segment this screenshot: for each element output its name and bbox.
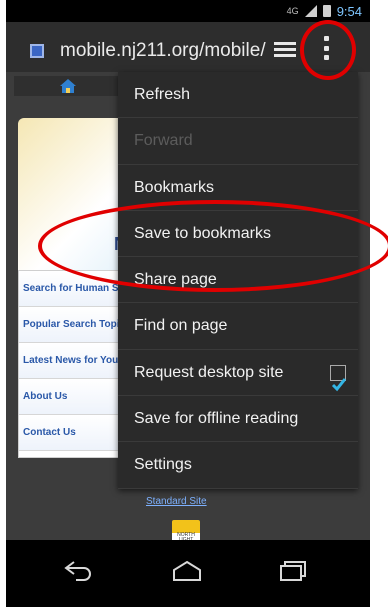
network-type: 4G xyxy=(286,6,299,16)
home-icon[interactable] xyxy=(60,79,76,93)
browser-overflow-menu: Refresh Forward Bookmarks Save to bookma… xyxy=(118,72,358,489)
signal-icon xyxy=(304,5,317,17)
url-field[interactable]: mobile.nj211.org/mobile/ xyxy=(60,40,274,62)
clock: 9:54 xyxy=(336,3,362,19)
menu-item-find-on-page[interactable]: Find on page xyxy=(118,303,358,350)
overflow-menu-icon[interactable] xyxy=(323,36,329,60)
menu-item-request-desktop-label: Request desktop site xyxy=(134,363,284,381)
battery-icon xyxy=(322,5,331,17)
tabs-icon[interactable] xyxy=(274,42,296,58)
back-icon[interactable] xyxy=(64,560,94,582)
menu-item-save-to-bookmarks[interactable]: Save to bookmarks xyxy=(118,211,358,258)
checkmark-icon xyxy=(331,377,347,392)
menu-item-request-desktop[interactable]: Request desktop site xyxy=(118,350,358,397)
menu-item-save-offline[interactable]: Save for offline reading xyxy=(118,396,358,443)
standard-site-link[interactable]: Standard Site xyxy=(146,496,207,507)
browser-toolbar: mobile.nj211.org/mobile/ xyxy=(6,22,370,72)
status-bar: 4G 9:54 xyxy=(6,0,370,22)
menu-item-settings[interactable]: Settings xyxy=(118,442,358,489)
menu-item-refresh[interactable]: Refresh xyxy=(118,72,358,119)
site-favicon xyxy=(30,44,44,58)
phone-screen: 4G 9:54 mobile.nj211.org/mobile/ N xyxy=(6,0,370,607)
system-nav-bar xyxy=(6,540,370,607)
menu-item-forward: Forward xyxy=(118,118,358,165)
menu-item-share-page[interactable]: Share page xyxy=(118,257,358,304)
menu-item-bookmarks[interactable]: Bookmarks xyxy=(118,165,358,211)
status-indicators: 4G 9:54 xyxy=(287,2,362,20)
desktop-site-checkbox[interactable] xyxy=(330,364,347,392)
recent-apps-icon[interactable] xyxy=(278,560,308,582)
home-button-icon[interactable] xyxy=(172,560,202,582)
